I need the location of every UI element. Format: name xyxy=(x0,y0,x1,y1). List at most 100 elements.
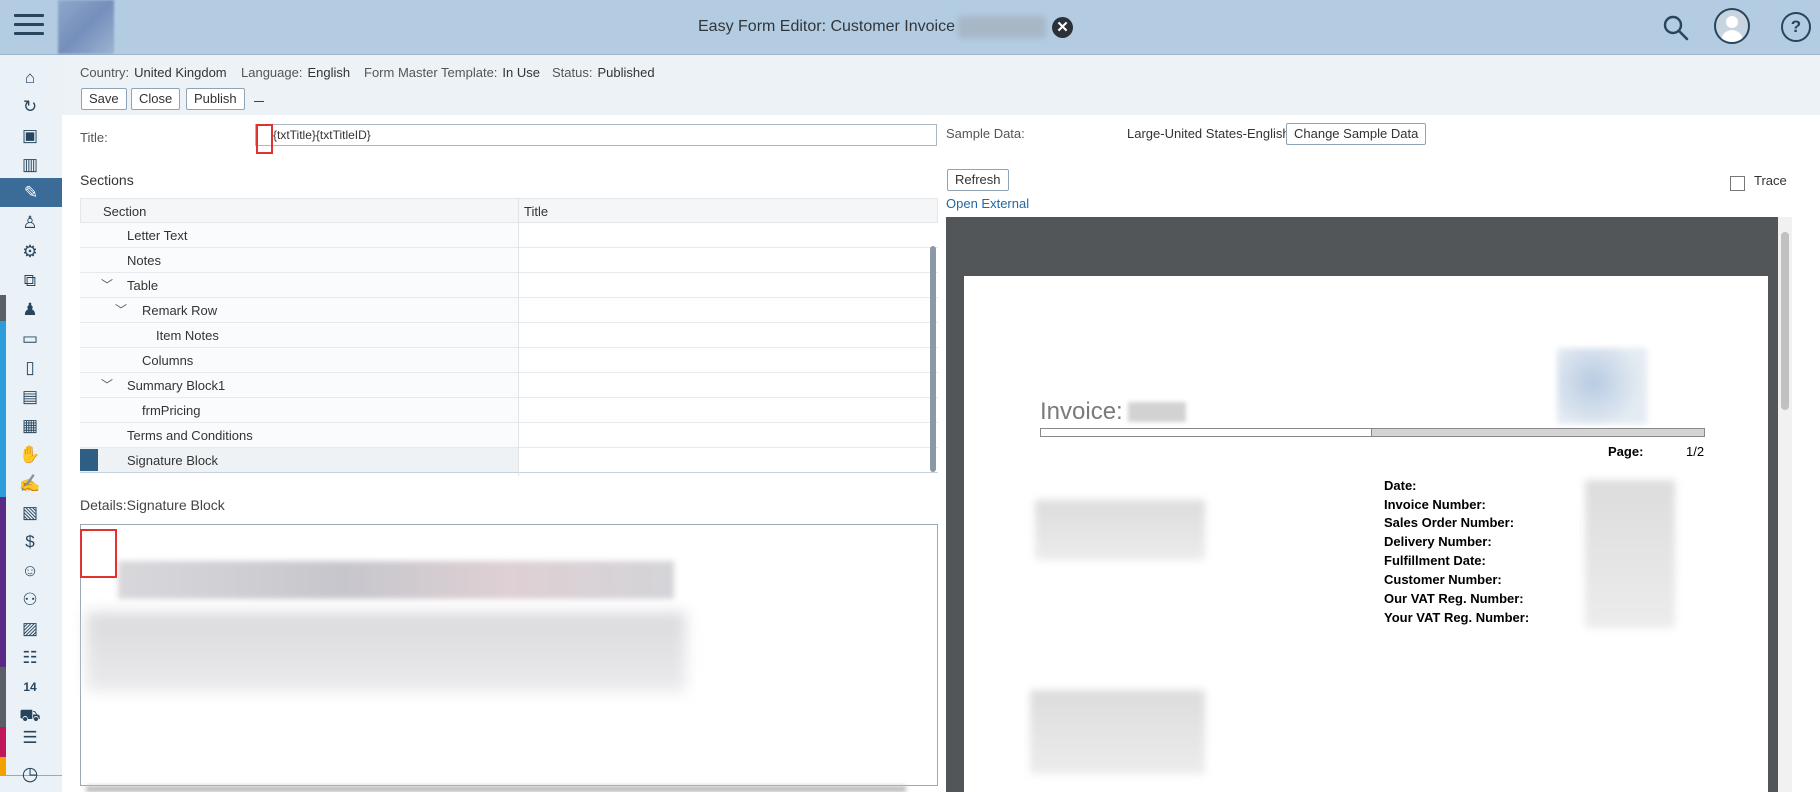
help-icon[interactable]: ? xyxy=(1781,12,1811,42)
redacted-address xyxy=(1035,500,1205,560)
error-indicator xyxy=(254,101,264,102)
nav-color-bar-orange xyxy=(0,757,6,775)
network-icon[interactable]: ⚇ xyxy=(18,589,42,611)
sample-data-value: Large-United States-English xyxy=(1127,126,1290,141)
table-row[interactable]: Item Notes xyxy=(80,323,938,348)
section-name: Letter Text xyxy=(127,228,188,243)
details-heading: Details:Signature Block xyxy=(80,497,225,513)
table-row[interactable]: ﹀ Remark Row xyxy=(80,298,938,323)
header-bar-left xyxy=(1040,428,1372,437)
column-header-section: Section xyxy=(103,204,147,219)
save-button[interactable]: Save xyxy=(81,88,127,110)
invoice-field-your-vat: Your VAT Reg. Number: xyxy=(1384,610,1530,625)
side-navigation: ⌂ ↻ ▣ ▥ ✎ ♙ ⚙ ⧉ ♟ ▭ ▯ ▤ ▦ ✋ ✍ ▧ $ ☺ ⚇ ▨ … xyxy=(0,55,63,792)
table-row-selected[interactable]: Signature Block xyxy=(80,448,938,473)
table-row[interactable]: Notes xyxy=(80,248,938,273)
calendar-14-icon[interactable]: 14 xyxy=(18,676,42,698)
form-edit-icon[interactable]: ✍ xyxy=(18,473,42,495)
form-header: Country: United Kingdom Language: English … xyxy=(62,55,1820,115)
table-row[interactable]: Terms and Conditions xyxy=(80,423,938,448)
settings-icon[interactable]: ⚙ xyxy=(18,241,42,263)
title-label: Title: xyxy=(80,130,108,145)
table-row[interactable]: ﹀ Summary Block1 xyxy=(80,373,938,398)
redacted-content xyxy=(86,612,686,692)
analytics-icon[interactable]: ▣ xyxy=(18,125,42,147)
highlight-box-details xyxy=(80,529,117,578)
trace-label: Trace xyxy=(1754,173,1787,188)
document-chart-icon[interactable]: ▤ xyxy=(18,386,42,408)
open-external-link[interactable]: Open External xyxy=(946,196,1029,211)
section-name: Remark Row xyxy=(142,303,218,318)
company-logo xyxy=(58,0,114,54)
section-name: Notes xyxy=(127,253,161,268)
refresh-icon[interactable]: ↻ xyxy=(18,96,42,118)
table-scrollbar[interactable] xyxy=(930,246,936,472)
hierarchy-icon[interactable]: ⧉ xyxy=(18,270,42,292)
header-bar-right xyxy=(1372,428,1705,437)
column-divider xyxy=(518,198,519,476)
redacted-form-name xyxy=(958,16,1046,38)
group-icon[interactable]: ☷ xyxy=(18,647,42,669)
page-label: Page: xyxy=(1608,444,1644,459)
chevron-down-icon[interactable]: ﹀ xyxy=(115,301,127,318)
column-header-title: Title xyxy=(524,204,549,219)
menu-icon[interactable] xyxy=(14,14,44,40)
chevron-down-icon[interactable]: ﹀ xyxy=(101,376,113,393)
section-name: Terms and Conditions xyxy=(127,428,253,443)
preview-scroll-thumb[interactable] xyxy=(1781,232,1789,410)
redacted-field-values xyxy=(1585,480,1675,628)
id-card-icon[interactable]: ▭ xyxy=(18,328,42,350)
person-icon[interactable]: ☺ xyxy=(18,560,42,582)
status-info: Status: Published xyxy=(552,65,655,80)
user-lock-icon[interactable]: ♙ xyxy=(18,212,42,234)
table-row[interactable]: Columns xyxy=(80,348,938,373)
invoice-field-customer-number: Customer Number: xyxy=(1384,572,1502,587)
clipboard-icon[interactable]: ▦ xyxy=(18,415,42,437)
section-name: Item Notes xyxy=(156,328,219,343)
redacted-address xyxy=(1030,690,1205,774)
section-name: Summary Block1 xyxy=(127,378,226,393)
invoice-field-our-vat: Our VAT Reg. Number: xyxy=(1384,591,1524,606)
search-icon[interactable] xyxy=(1661,13,1691,43)
user-avatar-icon[interactable] xyxy=(1714,8,1750,44)
table-row[interactable]: ﹀ Table xyxy=(80,273,938,298)
shell-header: Easy Form Editor: Customer Invoice ✕ ? xyxy=(0,0,1820,55)
calendar-edit-icon[interactable]: ▨ xyxy=(18,618,42,640)
list-icon[interactable]: ☰ xyxy=(18,727,42,749)
company-logo-preview xyxy=(1557,348,1647,424)
edit-icon[interactable]: ✎ xyxy=(0,178,62,207)
publish-button[interactable]: Publish xyxy=(186,88,245,110)
trace-checkbox[interactable] xyxy=(1730,176,1745,191)
invoice-title: Invoice: xyxy=(1040,398,1123,425)
change-sample-data-button[interactable]: Change Sample Data xyxy=(1286,123,1427,145)
user-list-icon[interactable]: ♟ xyxy=(18,299,42,321)
nav-color-bar-gray-2 xyxy=(0,667,6,727)
ledger-icon[interactable]: ▧ xyxy=(18,502,42,524)
car-icon[interactable]: ⛟ xyxy=(18,705,42,727)
nav-color-bar-purple xyxy=(0,497,6,667)
app-title: Easy Form Editor: Customer Invoice xyxy=(698,18,955,35)
close-button[interactable]: Close xyxy=(131,88,181,110)
close-icon[interactable]: ✕ xyxy=(1052,17,1073,38)
section-name: Signature Block xyxy=(127,453,219,468)
table-row[interactable]: frmPricing xyxy=(80,398,938,423)
sections-table: Section Title Letter Text Notes ﹀ Table … xyxy=(80,198,938,476)
document-icon[interactable]: ▯ xyxy=(18,357,42,379)
invoice-field-invoice-number: Invoice Number: xyxy=(1384,497,1486,512)
sections-heading: Sections xyxy=(80,172,134,188)
title-input[interactable]: {txtTitle}{txtTitleID} xyxy=(255,124,937,146)
bar-chart-icon[interactable]: ▥ xyxy=(18,154,42,176)
redacted-content xyxy=(86,786,906,792)
home-icon[interactable]: ⌂ xyxy=(18,67,42,89)
handshake-icon[interactable]: ✋ xyxy=(18,444,42,466)
selection-indicator xyxy=(80,449,98,471)
history-icon[interactable]: ◷ xyxy=(18,764,42,786)
invoice-field-delivery: Delivery Number: xyxy=(1384,534,1492,549)
chevron-down-icon[interactable]: ﹀ xyxy=(101,276,113,293)
redacted-invoice-number xyxy=(1128,402,1186,422)
redacted-content xyxy=(118,561,674,599)
table-row[interactable]: Letter Text xyxy=(80,223,938,248)
invoice-check-icon[interactable]: $ xyxy=(18,531,42,553)
refresh-button[interactable]: Refresh xyxy=(947,169,1009,191)
template-info: Form Master Template: In Use xyxy=(364,65,540,80)
